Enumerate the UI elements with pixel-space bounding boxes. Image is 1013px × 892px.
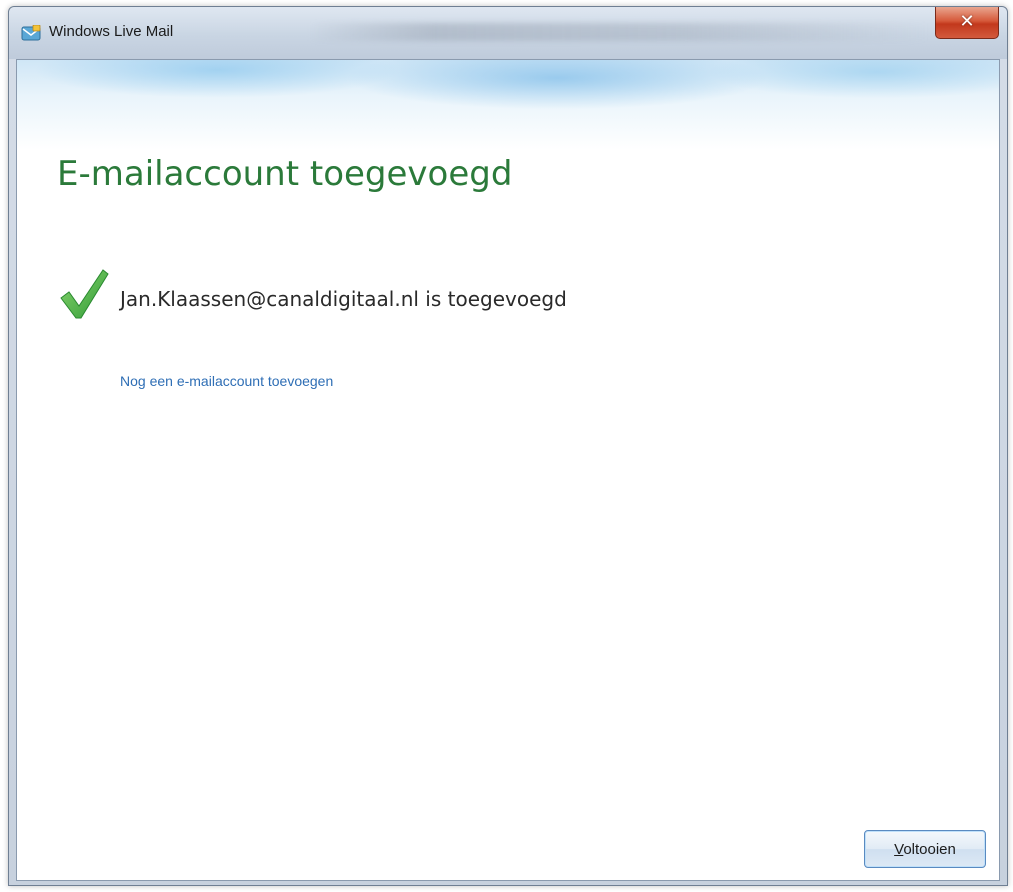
finish-button-mnemonic: V — [894, 840, 904, 858]
title-bar[interactable]: Windows Live Mail ✕ — [9, 7, 1007, 59]
close-button[interactable]: ✕ — [935, 7, 999, 39]
wizard-window: Windows Live Mail ✕ E-mailaccount toegev… — [8, 6, 1008, 886]
blurred-title-area — [309, 23, 929, 41]
close-icon: ✕ — [959, 11, 975, 32]
checkmark-icon — [60, 269, 109, 319]
wizard-content: E-mailaccount toegevoegd Jan.Klaassen@ca… — [16, 59, 1000, 881]
windows-live-mail-icon — [21, 25, 41, 41]
add-another-account-link[interactable]: Nog een e-mailaccount toevoegen — [120, 373, 333, 389]
account-added-message: Jan.Klaassen@canaldigitaal.nl is toegevo… — [120, 287, 567, 311]
finish-button-label: oltooien — [903, 840, 956, 858]
page-title: E-mailaccount toegevoegd — [57, 154, 513, 194]
header-banner — [17, 60, 999, 150]
window-title: Windows Live Mail — [49, 23, 174, 40]
finish-button[interactable]: Voltooien — [864, 830, 986, 868]
